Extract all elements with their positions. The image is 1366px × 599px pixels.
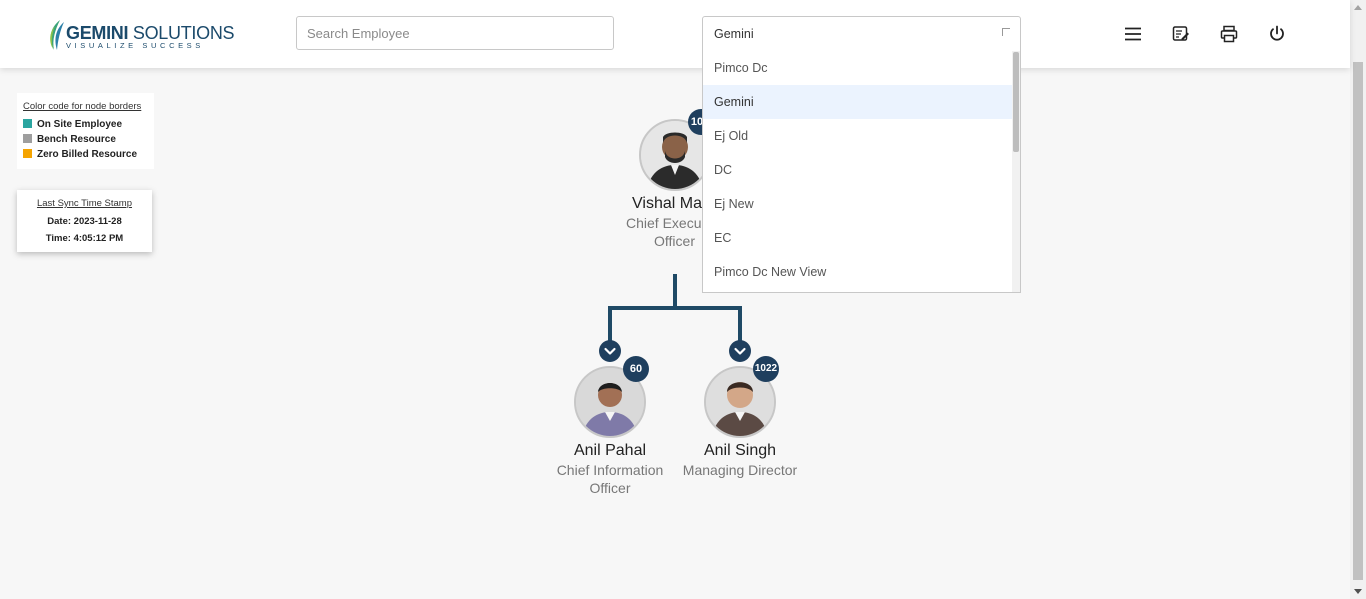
legend-swatch bbox=[23, 149, 32, 158]
chevron-up-icon bbox=[1002, 28, 1010, 36]
expand-chevron-button[interactable] bbox=[729, 340, 751, 362]
connector-line bbox=[608, 306, 742, 310]
chevron-down-icon bbox=[604, 347, 616, 355]
logo-tagline: VISUALIZE SUCCESS bbox=[66, 41, 204, 50]
legend-item-bench: Bench Resource bbox=[23, 134, 116, 145]
dropdown-option-gemini[interactable]: Gemini bbox=[703, 85, 1020, 119]
connector-line bbox=[673, 274, 677, 310]
menu-icon[interactable] bbox=[1123, 24, 1143, 44]
scroll-up-arrow-icon[interactable] bbox=[1354, 5, 1362, 10]
legend-item-zero-billed: Zero Billed Resource bbox=[23, 149, 137, 160]
edit-note-icon[interactable] bbox=[1171, 24, 1191, 44]
connector-line bbox=[608, 306, 612, 342]
expand-chevron-button[interactable] bbox=[599, 340, 621, 362]
legend-item-onsite: On Site Employee bbox=[23, 119, 122, 130]
legend-title: Color code for node borders bbox=[23, 101, 142, 112]
view-select[interactable]: Gemini bbox=[702, 16, 1021, 52]
page-scroll-thumb[interactable] bbox=[1353, 62, 1363, 580]
dropdown-option-dc[interactable]: DC bbox=[703, 153, 1020, 187]
app-header: GEMINI SOLUTIONS VISUALIZE SUCCESS bbox=[0, 0, 1350, 68]
scroll-down-arrow-icon[interactable] bbox=[1354, 589, 1362, 594]
sync-timestamp-card: Last Sync Time Stamp Date: 2023-11-28 Ti… bbox=[17, 190, 152, 252]
dropdown-option-ej-old[interactable]: Ej Old bbox=[703, 119, 1020, 153]
employee-title: Chief Information Officer bbox=[556, 462, 664, 496]
chevron-down-icon bbox=[734, 347, 746, 355]
legend-swatch bbox=[23, 119, 32, 128]
dropdown-option-ec[interactable]: EC bbox=[703, 221, 1020, 255]
print-icon[interactable] bbox=[1219, 24, 1239, 44]
power-icon[interactable] bbox=[1267, 24, 1287, 44]
employee-name: Vishal Ma bbox=[632, 195, 702, 212]
color-legend: Color code for node borders On Site Empl… bbox=[17, 93, 154, 169]
sync-title: Last Sync Time Stamp bbox=[36, 198, 133, 209]
dropdown-scrollbar[interactable] bbox=[1012, 51, 1020, 292]
reportee-count-badge: 1022 bbox=[753, 356, 779, 382]
sync-date: Date: 2023-11-28 bbox=[47, 216, 122, 227]
page-scrollbar[interactable] bbox=[1350, 0, 1366, 599]
dropdown-option-pimco-dc-new-view[interactable]: Pimco Dc New View bbox=[703, 255, 1020, 289]
connector-line bbox=[738, 306, 742, 342]
employee-title: Chief Execu Officer bbox=[626, 215, 702, 249]
employee-name: Anil Pahal bbox=[573, 442, 647, 459]
search-employee-input[interactable] bbox=[296, 16, 614, 50]
dropdown-scroll-thumb[interactable] bbox=[1013, 52, 1019, 152]
employee-title: Managing Director bbox=[682, 462, 798, 478]
dropdown-option-ej-new[interactable]: Ej New bbox=[703, 187, 1020, 221]
view-dropdown-list: Pimco Dc Gemini Ej Old DC Ej New EC Pimc… bbox=[702, 51, 1021, 293]
employee-name: Anil Singh bbox=[703, 442, 777, 459]
company-logo[interactable]: GEMINI SOLUTIONS VISUALIZE SUCCESS bbox=[46, 16, 235, 52]
view-select-value: Gemini bbox=[714, 27, 754, 41]
legend-swatch bbox=[23, 134, 32, 143]
sync-time: Time: 4:05:12 PM bbox=[45, 233, 124, 244]
reportee-count-badge: 60 bbox=[623, 356, 649, 382]
dropdown-option-pimco-dc[interactable]: Pimco Dc bbox=[703, 51, 1020, 85]
leaf-logo-icon bbox=[50, 20, 64, 50]
